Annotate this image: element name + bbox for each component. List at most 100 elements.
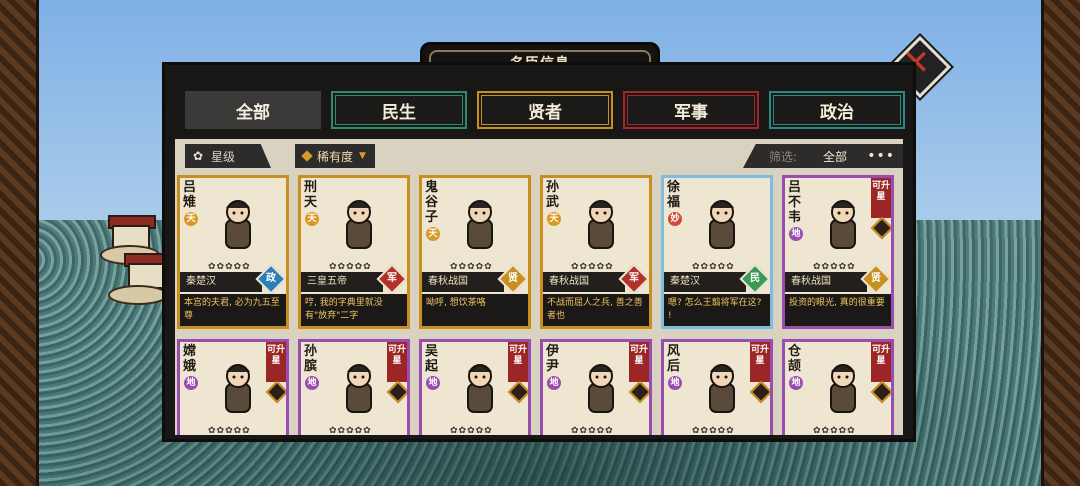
minister-card[interactable]: 嫦娥地 ✿✿✿✿✿ 可升星: [177, 339, 289, 435]
upgrade-icon: [628, 380, 649, 404]
grade-badge: 天: [426, 227, 440, 241]
star-rating: ✿✿✿✿✿: [450, 262, 493, 272]
star-rating: ✿✿✿✿✿: [208, 426, 251, 435]
minister-portrait: [588, 200, 614, 249]
category-tabs: 全部 民生 贤者 军事 政治: [185, 91, 905, 131]
upgrade-icon: [870, 380, 891, 404]
minister-card[interactable]: 徐福妙 ✿✿✿✿✿ 秦楚汉民嗯? 怎么王翦将军在这? !: [661, 175, 773, 329]
upgrade-icon: [507, 380, 528, 404]
minister-card[interactable]: 仓颉地 ✿✿✿✿✿ 可升星: [782, 339, 894, 435]
star-rating: ✿✿✿✿✿: [571, 262, 614, 272]
upgrade-available-badge: 可升星: [266, 342, 286, 382]
minister-portrait: [588, 364, 614, 413]
star-rating: ✿✿✿✿✿: [571, 426, 614, 435]
sort-rarity-label: 稀有度: [317, 149, 354, 164]
minister-name: 孙武: [546, 180, 560, 210]
grade-badge: 地: [426, 376, 440, 390]
role-badge-label: 政: [266, 273, 276, 284]
triangle-down-icon: ▼: [359, 151, 366, 161]
minister-card[interactable]: 刑天天 ✿✿✿✿✿ 三皇五帝军哼, 我的字典里就没有"放弃"二字: [298, 175, 410, 329]
role-badge-label: 贤: [508, 273, 518, 284]
star-rating: ✿✿✿✿✿: [692, 262, 735, 272]
tab-livelihood[interactable]: 民生: [331, 91, 467, 129]
upgrade-available-badge: 可升星: [508, 342, 528, 382]
minister-name: 吕雉: [183, 180, 197, 210]
minister-name: 鬼谷子: [425, 180, 439, 225]
minister-card[interactable]: 风后地 ✿✿✿✿✿ 可升星: [661, 339, 773, 435]
filter-dropdown[interactable]: 筛选: 全部 •••: [743, 144, 903, 168]
role-badge-label: 军: [387, 273, 397, 284]
minister-card[interactable]: 吕不韦地 ✿✿✿✿✿ 春秋战国贤投资的眼光, 真的很重要 可升星: [782, 175, 894, 329]
card-list-area: ✿ 星级 稀有度 ▼ 筛选: 全部 ••• 吕雉天 ✿✿✿✿✿ 秦楚汉政本宫的夫君,…: [175, 139, 903, 435]
minister-name: 嫦娥: [183, 344, 197, 374]
minister-name: 吴起: [425, 344, 439, 374]
tab-sage[interactable]: 贤者: [477, 91, 613, 129]
minister-name: 徐福: [667, 180, 681, 210]
era-label: 三皇五帝: [301, 272, 383, 292]
minister-card[interactable]: 吴起地 ✿✿✿✿✿ 可升星: [419, 339, 531, 435]
minister-portrait: [709, 364, 735, 413]
star-rating: ✿✿✿✿✿: [450, 426, 493, 435]
minister-portrait: [830, 200, 856, 249]
role-badge-label: 民: [750, 273, 760, 284]
minister-name: 孙膑: [304, 344, 318, 374]
tab-all[interactable]: 全部: [185, 91, 321, 129]
minister-card[interactable]: 伊尹地 ✿✿✿✿✿ 可升星: [540, 339, 652, 435]
upgrade-icon: [749, 380, 770, 404]
era-label: 春秋战国: [543, 272, 625, 292]
star-rating: ✿✿✿✿✿: [813, 262, 856, 272]
sort-by-rarity-button[interactable]: 稀有度 ▼: [295, 144, 375, 168]
minister-portrait: [346, 200, 372, 249]
grade-badge: 妙: [668, 212, 682, 226]
minister-card-grid: 吕雉天 ✿✿✿✿✿ 秦楚汉政本宫的夫君, 必为九五至尊 刑天天 ✿✿✿✿✿ 三皇五帝军哼,…: [177, 175, 903, 435]
grade-badge: 地: [789, 376, 803, 390]
star-rating: ✿✿✿✿✿: [329, 262, 372, 272]
minister-card[interactable]: 鬼谷子天 ✿✿✿✿✿ 春秋战国贤呦呼, 想饮茶咯: [419, 175, 531, 329]
role-badge-label: 贤: [871, 273, 881, 284]
minister-quote: 嗯? 怎么王翦将军在这? !: [664, 294, 770, 326]
star-rating: ✿✿✿✿✿: [329, 426, 372, 435]
upgrade-available-badge: 可升星: [871, 342, 891, 382]
era-label: 春秋战国: [422, 272, 504, 292]
upgrade-available-badge: 可升星: [871, 178, 891, 218]
grade-badge: 地: [789, 227, 803, 241]
minister-portrait: [225, 364, 251, 413]
minister-name: 风后: [667, 344, 681, 374]
minister-quote: 不战而屈人之兵, 善之善者也: [543, 294, 649, 326]
diamond-icon: [301, 150, 313, 162]
upgrade-available-badge: 可升星: [750, 342, 770, 382]
upgrade-available-badge: 可升星: [387, 342, 407, 382]
right-frame-border: [1041, 0, 1080, 486]
star-rating: ✿✿✿✿✿: [813, 426, 856, 435]
filter-label: 筛选:: [769, 149, 798, 164]
minister-name: 仓颉: [788, 344, 802, 374]
filter-bar: ✿ 星级 稀有度 ▼ 筛选: 全部 •••: [175, 139, 903, 173]
floating-island: [100, 215, 172, 325]
minister-card[interactable]: 孙武天 ✿✿✿✿✿ 春秋战国军不战而屈人之兵, 善之善者也: [540, 175, 652, 329]
grade-badge: 地: [668, 376, 682, 390]
minister-quote: 本宫的夫君, 必为九五至尊: [180, 294, 286, 326]
sort-star-label: 星级: [211, 149, 236, 164]
role-badge-label: 军: [629, 273, 639, 284]
tab-politics[interactable]: 政治: [769, 91, 905, 129]
minister-portrait: [467, 200, 493, 249]
left-frame-border: [0, 0, 39, 486]
minister-portrait: [467, 364, 493, 413]
grade-badge: 地: [305, 376, 319, 390]
tab-military[interactable]: 军事: [623, 91, 759, 129]
minister-card[interactable]: 孙膑地 ✿✿✿✿✿ 可升星: [298, 339, 410, 435]
minister-portrait: [709, 200, 735, 249]
grade-badge: 地: [184, 376, 198, 390]
minister-card[interactable]: 吕雉天 ✿✿✿✿✿ 秦楚汉政本宫的夫君, 必为九五至尊: [177, 175, 289, 329]
island-rock: [108, 285, 168, 305]
minister-quote: 呦呼, 想饮茶咯: [422, 294, 528, 326]
star-rating: ✿✿✿✿✿: [208, 262, 251, 272]
upgrade-icon: [265, 380, 286, 404]
minister-name: 刑天: [304, 180, 318, 210]
filter-value: 全部: [823, 149, 848, 164]
flower-icon: ✿: [192, 149, 204, 163]
minister-quote: 哼, 我的字典里就没有"放弃"二字: [301, 294, 407, 326]
minister-portrait: [346, 364, 372, 413]
sort-by-star-button[interactable]: ✿ 星级: [185, 144, 271, 168]
more-options-icon[interactable]: •••: [867, 148, 895, 164]
